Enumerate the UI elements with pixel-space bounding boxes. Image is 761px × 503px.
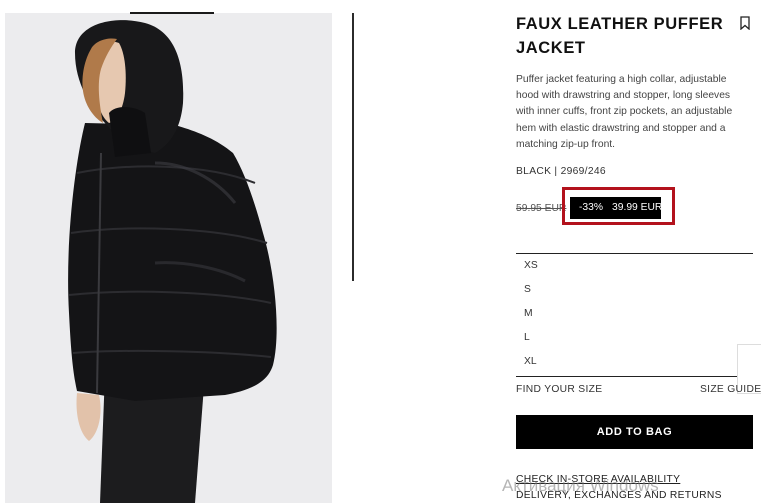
price-badge: -33% 39.99 EUR [570,197,663,219]
find-your-size-link[interactable]: FIND YOUR SIZE [516,384,602,395]
bookmark-icon[interactable] [740,16,750,31]
product-image[interactable] [5,13,332,503]
add-to-bag-button[interactable]: ADD TO BAG [516,415,753,449]
model-jacket-illustration [5,13,332,503]
color-reference: BLACK | 2969/246 [516,166,606,177]
current-price: 39.99 EUR [612,202,663,213]
windows-activation-watermark: Активация Windows [502,476,659,495]
image-indicator [130,12,214,14]
size-option-xl[interactable]: XL [524,356,537,367]
product-description: Puffer jacket featuring a high collar, a… [516,74,733,150]
gallery-scrollbar[interactable] [352,13,354,281]
product-title: FAUX LEATHER PUFFER JACKET [516,15,724,57]
size-option-m[interactable]: M [524,308,533,319]
size-list: XS S M L XL [516,253,753,377]
size-option-xs[interactable]: XS [524,260,538,271]
old-price: 59.95 EUR [516,203,567,214]
discount-percent: -33% [579,202,604,213]
size-option-s[interactable]: S [524,284,531,295]
product-info: FAUX LEATHER PUFFER JACKET Puffer jacket… [516,0,761,503]
size-guide-link[interactable]: SIZE GUIDE [700,384,761,395]
size-option-l[interactable]: L [524,332,530,343]
